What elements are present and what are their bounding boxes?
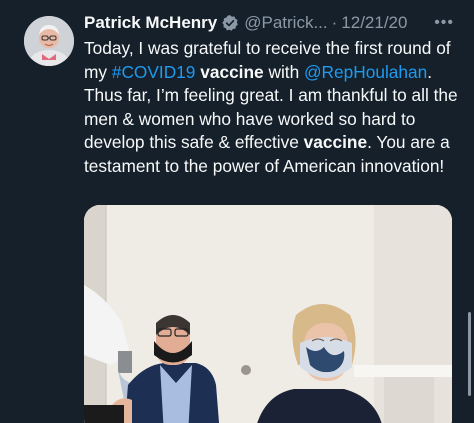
hashtag-link[interactable]: #COVID19 bbox=[112, 62, 196, 82]
bold-keyword: vaccine bbox=[303, 132, 368, 152]
tweet-text: Today, I was grateful to receive the fir… bbox=[84, 37, 464, 178]
more-icon[interactable]: ••• bbox=[434, 14, 454, 32]
bold-keyword: vaccine bbox=[200, 61, 264, 82]
author-handle[interactable]: @Patrick... bbox=[244, 13, 327, 33]
photo-image bbox=[84, 205, 452, 423]
verified-badge-icon bbox=[222, 15, 239, 31]
tweet-photo[interactable] bbox=[84, 205, 452, 423]
author-avatar[interactable] bbox=[24, 16, 74, 66]
scrollbar[interactable] bbox=[468, 312, 471, 396]
avatar-image bbox=[24, 16, 74, 66]
tweet[interactable]: Patrick McHenry @Patrick... · 12/21/20 •… bbox=[0, 0, 474, 423]
mention-link[interactable]: @RepHoulahan bbox=[304, 62, 427, 82]
tweet-header: Patrick McHenry @Patrick... · 12/21/20 •… bbox=[84, 12, 460, 34]
tweet-date[interactable]: 12/21/20 bbox=[341, 13, 407, 33]
author-name[interactable]: Patrick McHenry bbox=[84, 13, 217, 33]
header-separator: · bbox=[331, 13, 338, 32]
tweet-text-part: with bbox=[263, 61, 304, 82]
